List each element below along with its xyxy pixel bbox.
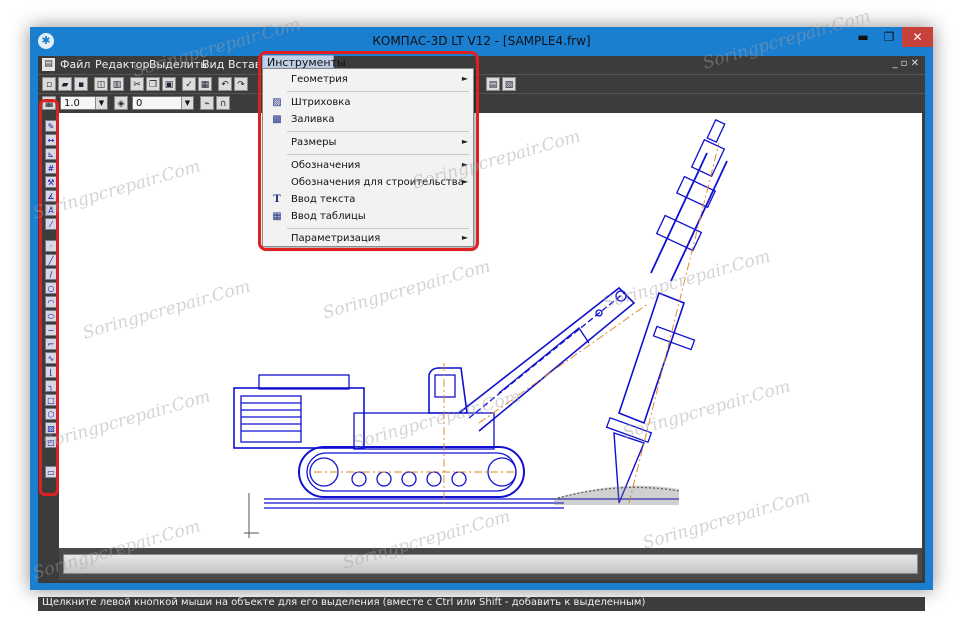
scale-value: 1.0 (64, 98, 80, 109)
window-title: КОМПАС-3D LT V12 - [SAMPLE4.frw] (372, 34, 591, 48)
menu-bar: ▤ Файл Редактор Выделить Вид Вставка _ ▫… (38, 56, 925, 74)
minimize-button[interactable]: ▬ (850, 27, 876, 47)
client-area: ▤ Файл Редактор Выделить Вид Вставка _ ▫… (38, 56, 925, 611)
pile-driver-drawing (233, 118, 728, 538)
chevron-down-icon[interactable]: ▼ (95, 97, 107, 109)
copy-icon[interactable]: ❐ (146, 77, 160, 91)
property-bar[interactable] (63, 554, 918, 574)
chevron-down-icon[interactable]: ▼ (181, 97, 193, 109)
maximize-button[interactable]: ❐ (876, 27, 902, 47)
menu-file[interactable]: Файл (60, 58, 90, 71)
paste-icon[interactable]: ▣ (162, 77, 176, 91)
manager-icon[interactable]: ▦ (198, 77, 212, 91)
menu-editor[interactable]: Редактор (95, 58, 150, 71)
menu-highlight-frame (258, 51, 479, 251)
undo-icon[interactable]: ↶ (218, 77, 232, 91)
toolbar-highlight-frame (39, 99, 59, 496)
status-message: Щелкните левой кнопкой мыши на объекте д… (42, 597, 646, 608)
status-bar: Щелкните левой кнопкой мыши на объекте д… (38, 597, 925, 611)
print-preview-icon[interactable]: ◫ (94, 77, 108, 91)
cut-icon[interactable]: ✂ (130, 77, 144, 91)
redo-icon[interactable]: ↷ (234, 77, 248, 91)
title-bar[interactable]: ✱ КОМПАС-3D LT V12 - [SAMPLE4.frw] ▬ ❐ ✕ (30, 27, 933, 56)
app-window: ✱ КОМПАС-3D LT V12 - [SAMPLE4.frw] ▬ ❐ ✕… (30, 27, 933, 611)
mdi-window-controls[interactable]: _ ▫ ✕ (892, 58, 919, 69)
new-document-icon[interactable]: ▫ (42, 77, 56, 91)
properties-toolbar: ▦ 1.0 ▼ ◈ 0 ▼ ⌁ ∩ (38, 93, 925, 113)
property-panel (59, 548, 922, 580)
open-folder-icon[interactable]: ▰ (58, 77, 72, 91)
magnet-icon[interactable]: ∩ (216, 96, 230, 110)
document-icon[interactable]: ▤ (42, 58, 55, 71)
properties-icon[interactable]: ✓ (182, 77, 196, 91)
layers-icon[interactable]: ▤ (486, 77, 500, 91)
scale-combo[interactable]: 1.0 ▼ (60, 96, 108, 110)
menu-select[interactable]: Выделить (149, 58, 207, 71)
menu-view[interactable]: Вид (202, 58, 224, 71)
drawing-canvas[interactable] (59, 113, 922, 548)
standard-toolbar: ▫ ▰ ▪ ◫ ▥ ✂ ❐ ▣ ✓ ▦ ↶ ↷ ▤ ▧ (38, 74, 925, 94)
snap-icon[interactable]: ⌁ (200, 96, 214, 110)
layer-value: 0 (136, 98, 143, 109)
close-button[interactable]: ✕ (902, 27, 933, 47)
view-manager-icon[interactable]: ▧ (502, 77, 516, 91)
layer-combo[interactable]: 0 ▼ (132, 96, 194, 110)
print-icon[interactable]: ▥ (110, 77, 124, 91)
save-icon[interactable]: ▪ (74, 77, 88, 91)
layer-icon[interactable]: ◈ (114, 96, 128, 110)
